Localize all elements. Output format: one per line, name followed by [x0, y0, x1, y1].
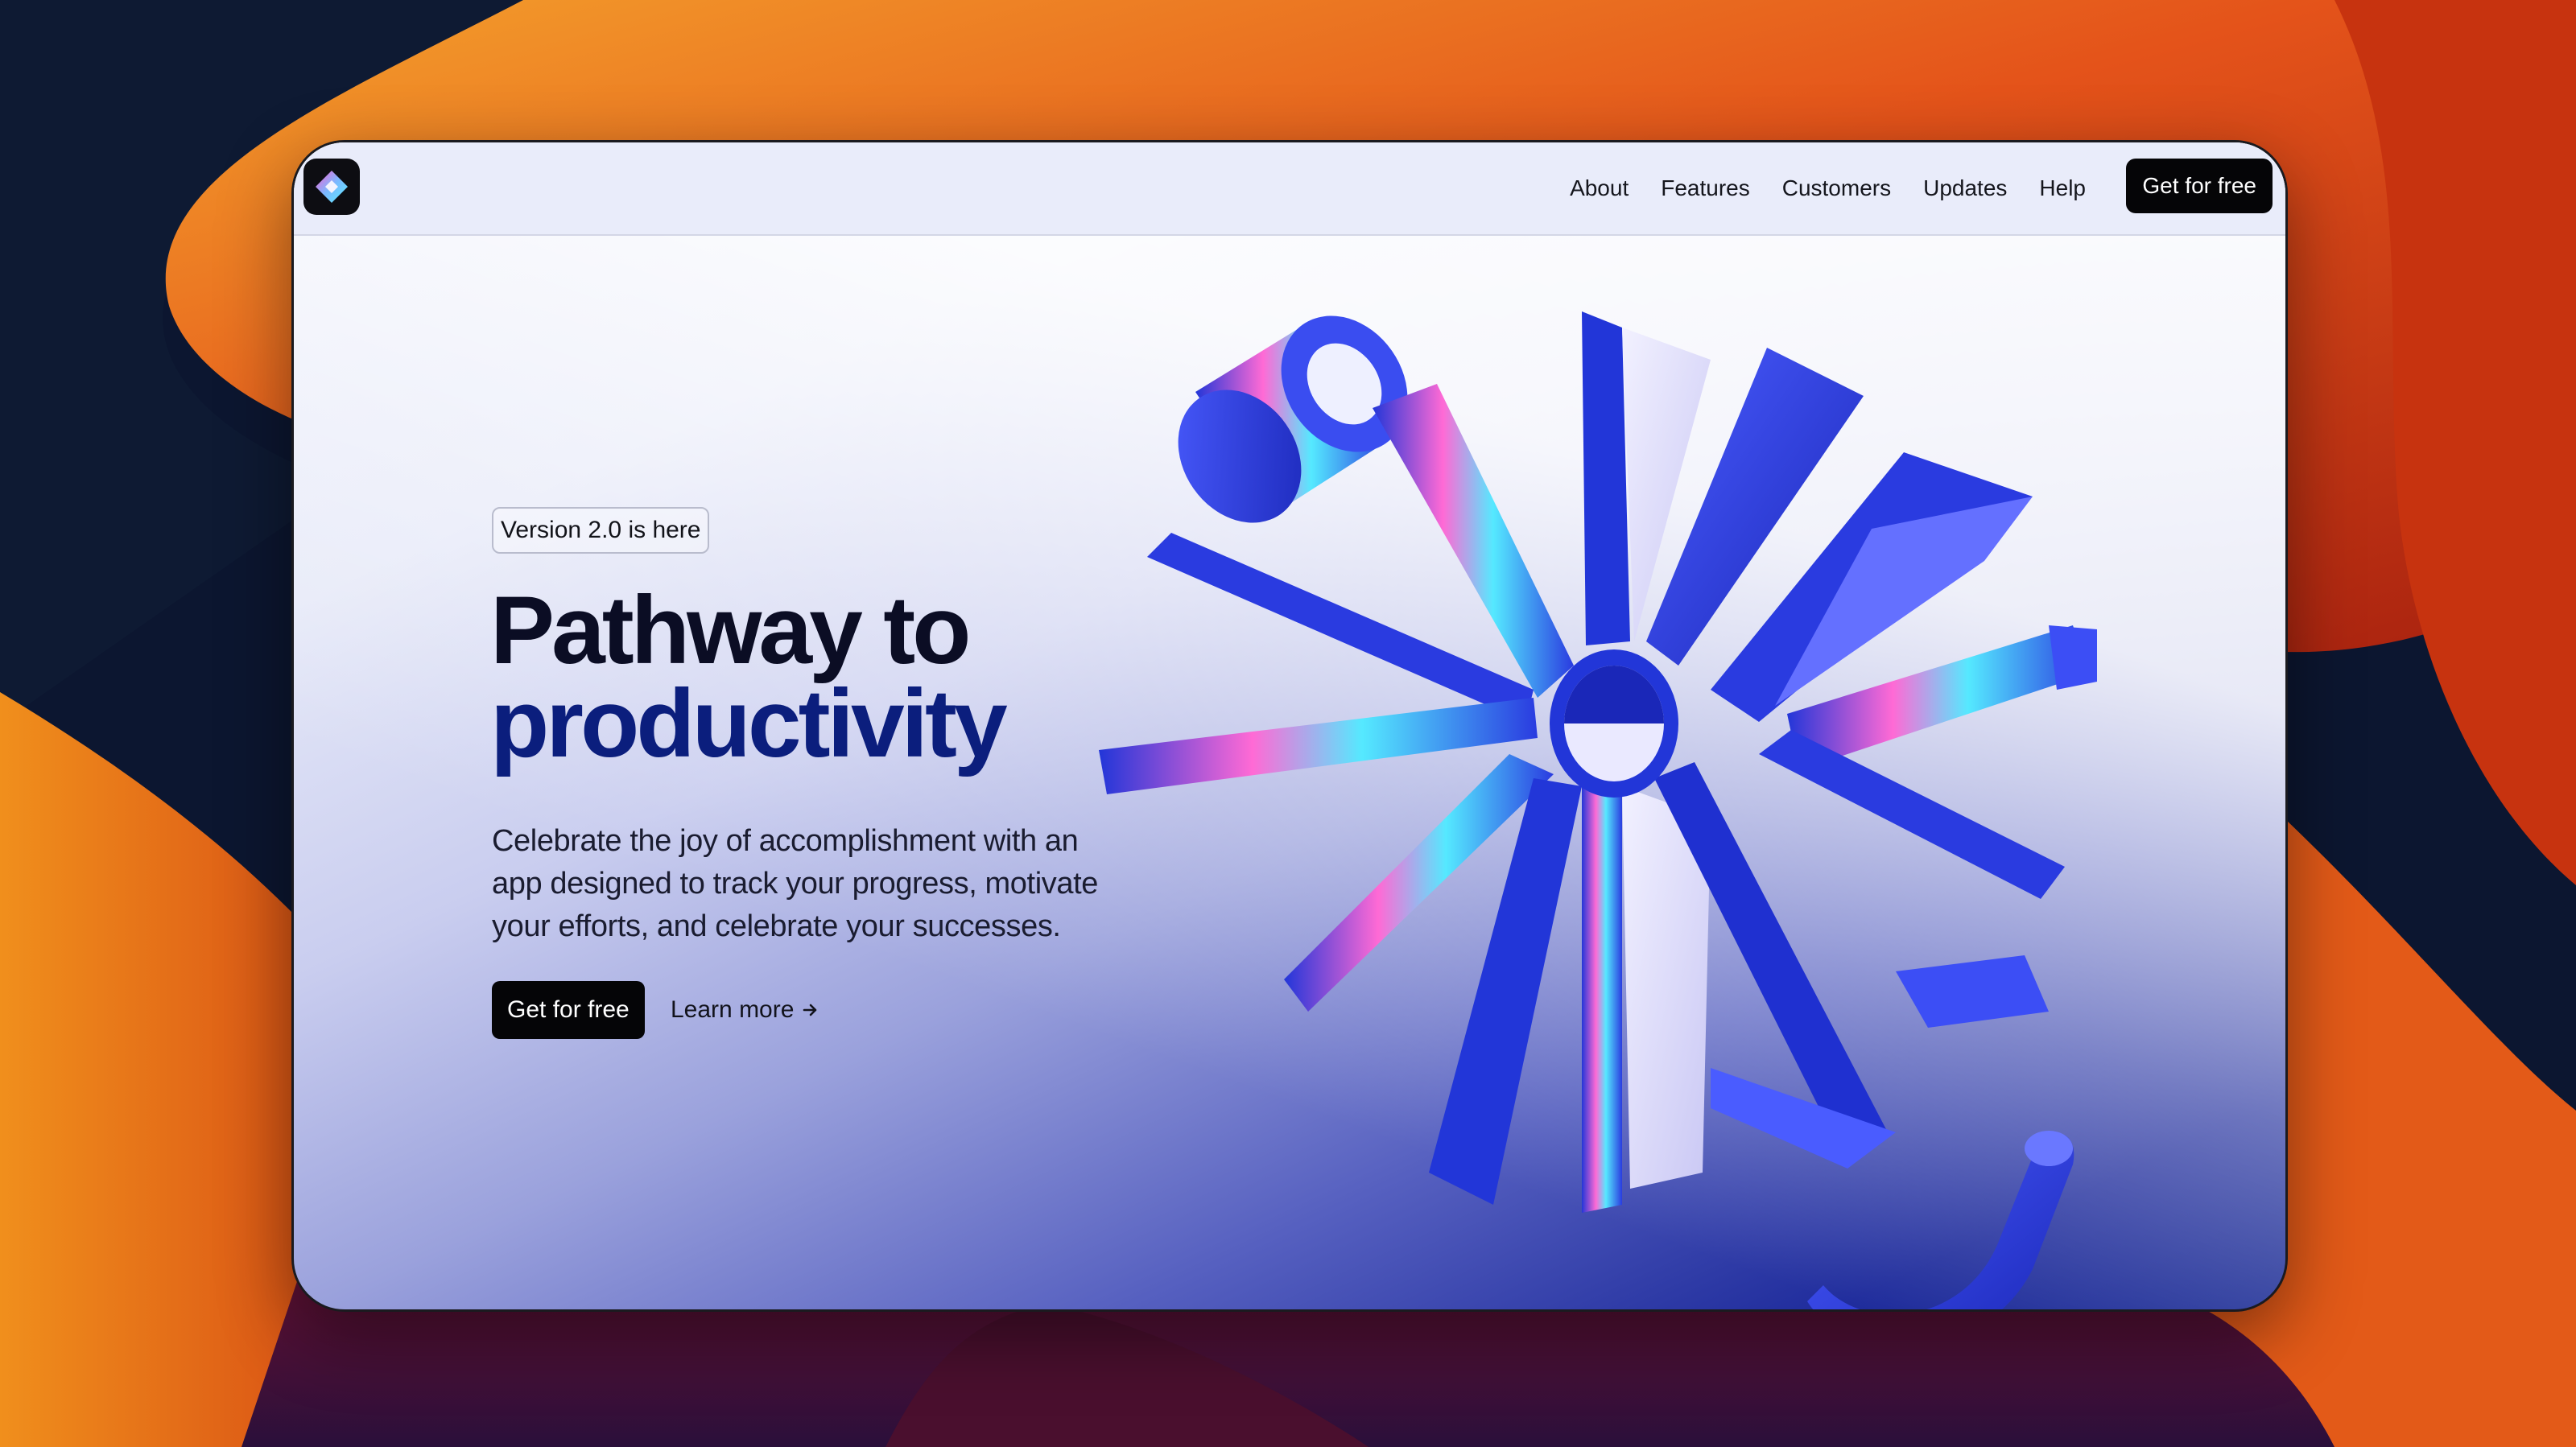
nav-customers-link[interactable]: Customers [1782, 175, 1891, 201]
hero-headline: Pathway to productivity [490, 576, 1008, 777]
arrow-right-icon [803, 1004, 817, 1016]
browser-window: About Features Customers Updates Help Ge… [291, 140, 2288, 1312]
nav-links: About Features Customers Updates Help [1570, 142, 2086, 234]
nav-updates-link[interactable]: Updates [1923, 175, 2007, 201]
top-navbar: About Features Customers Updates Help Ge… [294, 142, 2285, 236]
learn-more-link[interactable]: Learn more [671, 981, 819, 1039]
version-badge: Version 2.0 is here [492, 507, 710, 554]
learn-more-label: Learn more [671, 996, 795, 1023]
nav-help-link[interactable]: Help [2039, 175, 2086, 201]
nav-get-for-free-button[interactable]: Get for free [2126, 159, 2273, 213]
hero-subtext: Celebrate the joy of accomplishment with… [492, 824, 1098, 943]
nav-features-link[interactable]: Features [1661, 175, 1750, 201]
hero-get-for-free-button[interactable]: Get for free [492, 981, 645, 1039]
diamond-logo-icon[interactable] [303, 159, 360, 215]
nav-about-link[interactable]: About [1570, 175, 1629, 201]
headline-line-1: Pathway to [490, 576, 971, 684]
headline-line-2: productivity [490, 670, 1008, 777]
